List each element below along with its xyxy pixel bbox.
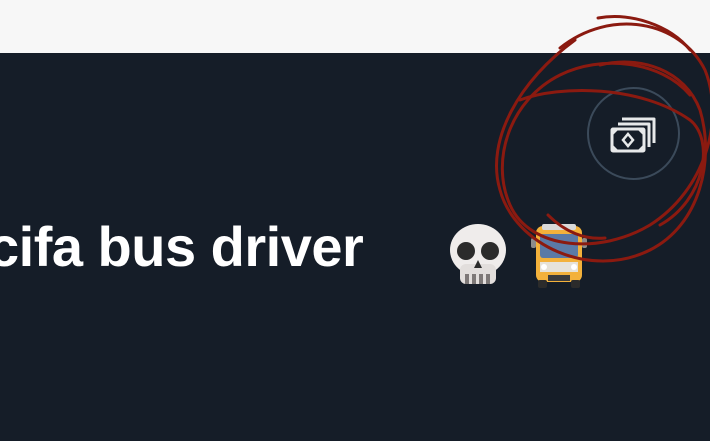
profile-display-name: cifa bus driver	[0, 215, 364, 278]
bus-emoji	[531, 224, 587, 288]
tip-jar-button[interactable]	[587, 87, 680, 180]
browser-top-bar	[0, 0, 710, 54]
money-icon	[610, 117, 655, 152]
skull-emoji	[450, 224, 506, 284]
